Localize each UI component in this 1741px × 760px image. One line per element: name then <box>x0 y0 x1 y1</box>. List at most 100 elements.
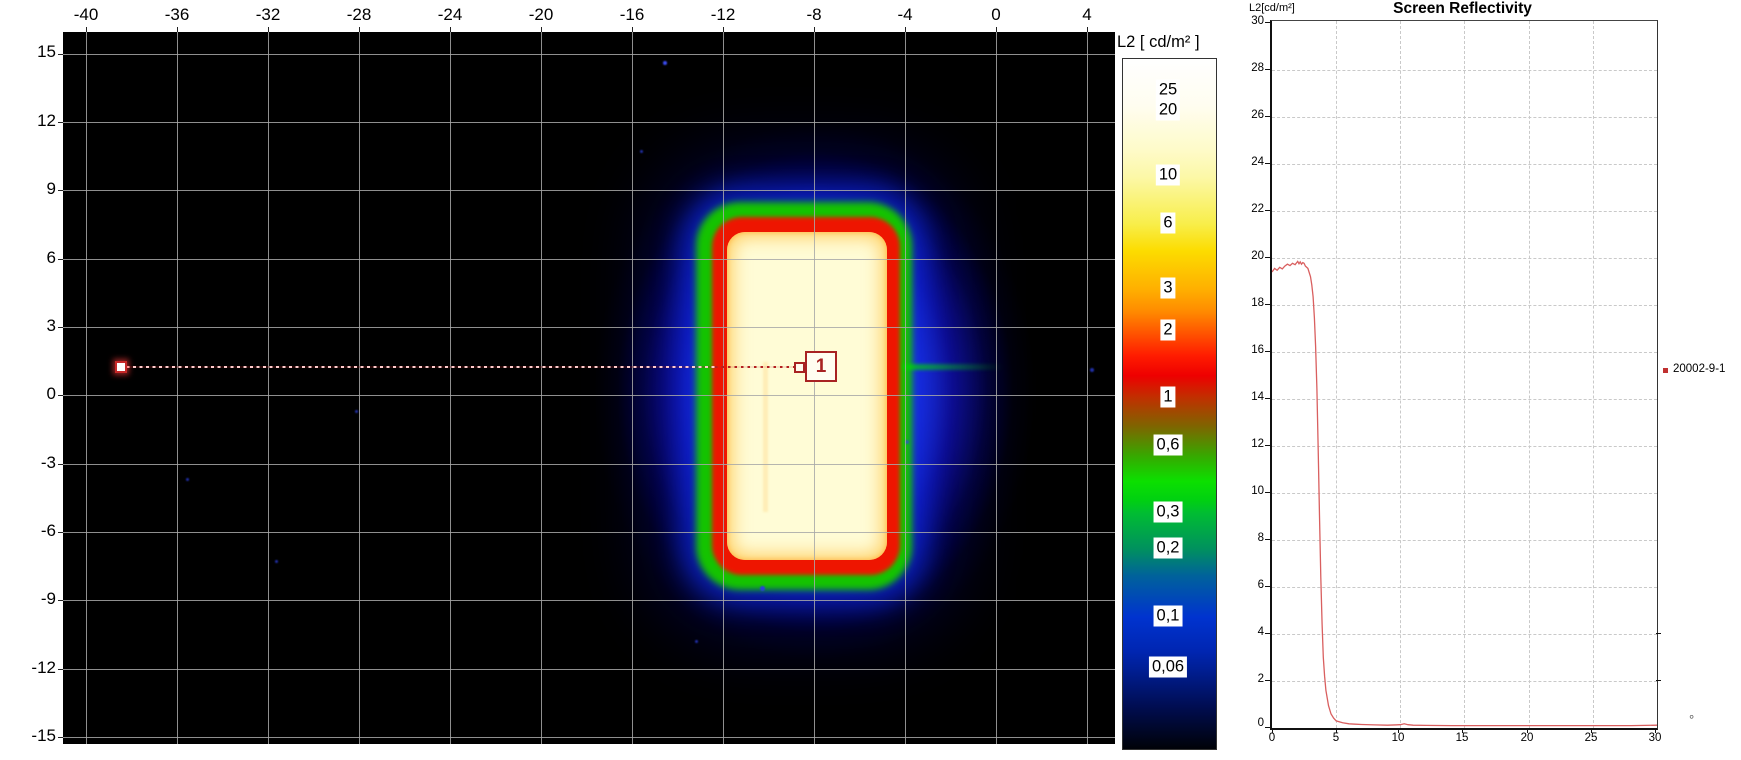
legend-marker <box>1663 368 1668 373</box>
colorbar-tick: 0,06 <box>1148 656 1188 678</box>
gridline <box>723 32 724 744</box>
degree-symbol: ° <box>1689 712 1695 727</box>
chart-x-tick: 10 <box>1391 732 1405 744</box>
gridline <box>86 32 87 744</box>
heatmap-x-tick: 4 <box>1082 5 1092 24</box>
chart-x-tick: 20 <box>1520 732 1534 744</box>
gridline <box>63 395 1115 396</box>
noise-speckle <box>355 410 358 413</box>
gridline <box>63 54 1115 55</box>
heatmap-x-tick: -24 <box>437 5 463 24</box>
noise-speckle <box>640 150 643 153</box>
chart-tick-mark <box>1655 728 1656 733</box>
gridline <box>814 32 815 744</box>
gridline <box>1087 32 1088 744</box>
chart-y-tick: 4 <box>1257 626 1264 638</box>
heatmap-y-tick: 0 <box>46 384 56 403</box>
chart-y-tick: 22 <box>1251 203 1264 215</box>
heatmap-y-tick: -6 <box>40 521 56 540</box>
chart-tick-mark <box>1265 304 1270 305</box>
heatmap-x-tick: -40 <box>73 5 99 24</box>
reflectivity-chart-title: Screen Reflectivity <box>1393 0 1532 17</box>
chart-x-tick: 25 <box>1584 732 1598 744</box>
chart-y-tick: 26 <box>1251 109 1264 121</box>
noise-speckle <box>1090 368 1094 372</box>
heatmap-x-tick: -4 <box>897 5 913 24</box>
chart-tick-mark <box>1591 728 1592 733</box>
colorbar-tick: 1 <box>1160 386 1176 408</box>
heatmap-y-tick: -15 <box>31 726 56 745</box>
gridline <box>63 327 1115 328</box>
chart-tick-mark <box>1265 116 1270 117</box>
chart-y-tick: 0 <box>1257 717 1264 729</box>
colorbar-title: L2 [ cd/m² ] <box>1117 33 1200 51</box>
gridline <box>63 737 1115 738</box>
gridline <box>63 122 1115 123</box>
chart-tick-mark <box>1265 680 1270 681</box>
chart-tick-mark <box>1462 728 1463 733</box>
gridline <box>63 190 1115 191</box>
colorbar-tick: 0,1 <box>1153 605 1183 627</box>
heatmap-x-tick: -28 <box>346 5 372 24</box>
chart-tick-mark <box>1265 257 1270 258</box>
chart-tick-mark <box>1265 398 1270 399</box>
chart-tick-mark <box>1265 492 1270 493</box>
luminance-measurement-screen: -40 -36 -32 -28 -24 -20 -16 -12 -8 -4 0 … <box>0 0 1741 760</box>
chart-tick-mark <box>1527 728 1528 733</box>
colorbar-tick: 0,2 <box>1153 537 1183 559</box>
chart-tick-mark <box>1265 163 1270 164</box>
heatmap-x-tick: -12 <box>710 5 736 24</box>
gridline <box>63 464 1115 465</box>
chart-tick-mark <box>1398 728 1399 733</box>
chart-tick-mark <box>1265 351 1270 352</box>
colorbar-tick: 25 <box>1155 79 1181 101</box>
legend-series-label[interactable]: 20002-9-1 <box>1673 363 1725 375</box>
chart-y-tick: 30 <box>1251 15 1264 27</box>
heatmap-y-tick: 6 <box>46 248 56 267</box>
chart-tick-mark <box>1265 727 1270 728</box>
gridline <box>268 32 269 744</box>
gridline <box>359 32 360 744</box>
chart-tick-mark <box>1656 633 1661 634</box>
profile-marker-line <box>120 366 715 368</box>
noise-speckle <box>186 478 189 481</box>
chart-tick-mark <box>1265 69 1270 70</box>
gridline <box>541 32 542 744</box>
heatmap-x-tick: -8 <box>806 5 822 24</box>
chart-x-tick: 30 <box>1648 732 1662 744</box>
noise-speckle <box>695 640 698 643</box>
core-artifact-stripe <box>763 362 768 512</box>
chart-y-tick: 10 <box>1251 485 1264 497</box>
gridline <box>63 532 1115 533</box>
noise-speckle <box>760 586 765 591</box>
profile-marker-end-handle[interactable] <box>794 362 805 373</box>
heatmap-x-tick: -32 <box>255 5 281 24</box>
profile-marker-start-handle[interactable] <box>115 361 127 373</box>
chart-tick-mark <box>1265 22 1270 23</box>
colorbar-tick: 10 <box>1155 164 1181 186</box>
chart-y-tick: 20 <box>1251 250 1264 262</box>
chart-y-tick: 14 <box>1251 391 1264 403</box>
colorbar-tick: 0,3 <box>1153 501 1183 523</box>
heatmap-x-tick: 0 <box>991 5 1001 24</box>
chart-y-tick: 2 <box>1257 673 1264 685</box>
profile-marker-label[interactable]: 1 <box>805 351 837 382</box>
chart-tick-mark <box>1336 728 1337 733</box>
gridline <box>632 32 633 744</box>
heatmap-y-tick: -12 <box>31 658 56 677</box>
reflectivity-plot-area[interactable] <box>1270 20 1658 730</box>
colorbar-tick: 2 <box>1160 319 1176 341</box>
chart-tick-mark <box>1265 445 1270 446</box>
colorbar-tick: 3 <box>1160 277 1176 299</box>
heatmap-plot-area[interactable]: 1 <box>63 32 1115 744</box>
gridline <box>996 32 997 744</box>
heatmap-x-tick: -20 <box>528 5 554 24</box>
chart-y-tick: 12 <box>1251 438 1264 450</box>
chart-x-tick: 15 <box>1455 732 1469 744</box>
chart-tick-mark <box>1656 680 1661 681</box>
noise-speckle <box>275 560 278 563</box>
heatmap-y-tick: -9 <box>40 589 56 608</box>
profile-marker-line <box>715 366 796 368</box>
chart-tick-mark <box>1265 539 1270 540</box>
chart-y-tick: 24 <box>1251 156 1264 168</box>
